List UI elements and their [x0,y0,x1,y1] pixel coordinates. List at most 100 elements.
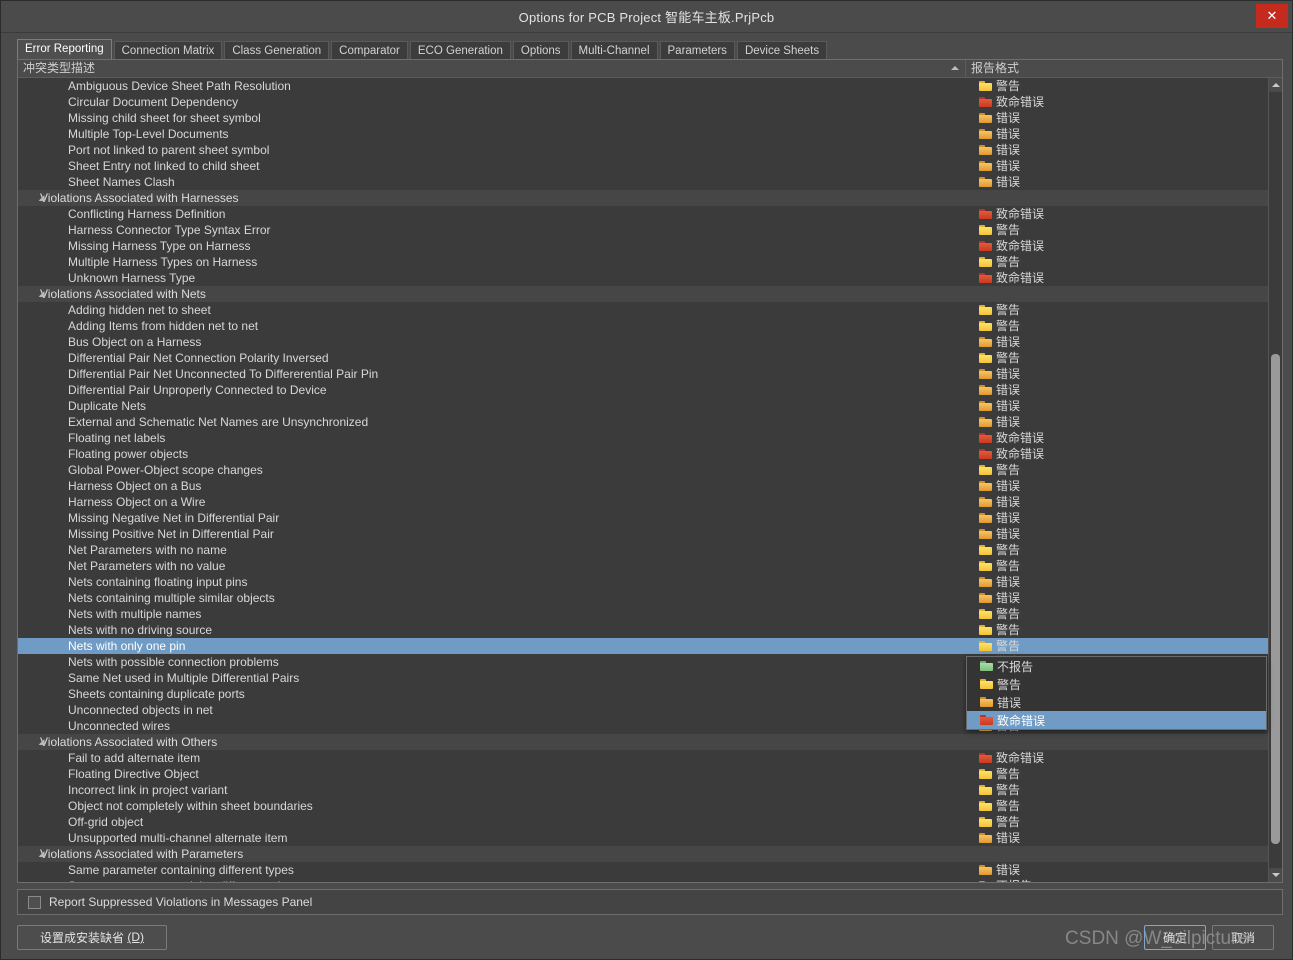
report-mode-cell[interactable]: 不报告 [966,878,1282,882]
table-row[interactable]: Unsupported multi-channel alternate item… [18,830,1282,846]
tab-error-reporting[interactable]: Error Reporting [17,39,112,59]
grid-body[interactable]: Ambiguous Device Sheet Path Resolution 警告… [18,78,1282,882]
report-mode-cell[interactable]: 致命错误 [966,446,1282,462]
table-row[interactable]: Object not completely within sheet bound… [18,798,1282,814]
violation-description[interactable]: Missing Harness Type on Harness [18,238,966,254]
table-row[interactable]: Missing child sheet for sheet symbol 错误 [18,110,1282,126]
table-row[interactable]: Harness Object on a Wire 错误 [18,494,1282,510]
table-row[interactable]: Unknown Harness Type 致命错误 [18,270,1282,286]
tab-eco-generation[interactable]: ECO Generation [409,41,511,59]
violation-description[interactable]: Nets containing floating input pins [18,574,966,590]
dropdown-option-warn[interactable]: 警告 [967,675,1266,693]
report-mode-cell[interactable]: 致命错误 [966,94,1282,110]
report-mode-cell[interactable]: 警告 [966,318,1282,334]
report-mode-cell[interactable] [966,190,1282,206]
table-row[interactable]: Nets with no driving source 警告 [18,622,1282,638]
table-row[interactable]: Ambiguous Device Sheet Path Resolution 警告 [18,78,1282,94]
table-row[interactable]: Sheet Entry not linked to child sheet 错误 [18,158,1282,174]
table-row[interactable]: Floating power objects 致命错误 [18,446,1282,462]
tab-connection-matrix[interactable]: Connection Matrix [113,41,223,59]
report-mode-cell[interactable]: 警告 [966,638,1282,654]
report-mode-cell[interactable]: 警告 [966,606,1282,622]
violation-description[interactable]: Multiple Top-Level Documents [18,126,966,142]
violation-description[interactable]: Bus Object on a Harness [18,334,966,350]
violation-description[interactable]: Differential Pair Net Unconnected To Dif… [18,366,966,382]
table-row[interactable]: Multiple Harness Types on Harness 警告 [18,254,1282,270]
violation-description[interactable]: Nets with multiple names [18,606,966,622]
report-mode-cell[interactable]: 致命错误 [966,238,1282,254]
tab-options[interactable]: Options [512,41,569,59]
table-row[interactable]: Net Parameters with no name 警告 [18,542,1282,558]
report-mode-cell[interactable]: 错误 [966,862,1282,878]
report-mode-cell[interactable] [966,286,1282,302]
violation-description[interactable]: Violations Associated with Parameters [18,846,966,862]
scroll-down-button[interactable] [1269,868,1282,882]
table-row[interactable]: Nets containing floating input pins 错误 [18,574,1282,590]
violation-description[interactable]: Same parameter containing different type… [18,862,966,878]
table-row[interactable]: Missing Positive Net in Differential Pai… [18,526,1282,542]
table-row[interactable]: Violations Associated with Nets [18,286,1282,302]
table-row[interactable]: Harness Object on a Bus 错误 [18,478,1282,494]
report-suppressed-violations-checkbox[interactable] [28,895,41,909]
violation-description[interactable]: Unknown Harness Type [18,270,966,286]
table-row[interactable]: Violations Associated with Others [18,734,1282,750]
table-row[interactable]: Multiple Top-Level Documents 错误 [18,126,1282,142]
report-mode-cell[interactable]: 警告 [966,782,1282,798]
report-mode-cell[interactable]: 警告 [966,766,1282,782]
report-mode-cell[interactable] [966,846,1282,862]
table-row[interactable]: Differential Pair Net Connection Polarit… [18,350,1282,366]
table-row[interactable]: Bus Object on a Harness 错误 [18,334,1282,350]
table-row[interactable]: Circular Document Dependency 致命错误 [18,94,1282,110]
table-row[interactable]: Nets with only one pin 警告 [18,638,1282,654]
report-mode-cell[interactable]: 警告 [966,542,1282,558]
violation-description[interactable]: Violations Associated with Harnesses [18,190,966,206]
table-row[interactable]: Nets with multiple names 警告 [18,606,1282,622]
report-mode-dropdown[interactable]: 不报告 警告 错误 致命错误 [966,656,1267,730]
report-mode-cell[interactable]: 警告 [966,798,1282,814]
violation-description[interactable]: External and Schematic Net Names are Uns… [18,414,966,430]
violation-description[interactable]: Same Net used in Multiple Differential P… [18,670,966,686]
violation-description[interactable]: Nets with only one pin [18,638,966,654]
table-row[interactable]: External and Schematic Net Names are Uns… [18,414,1282,430]
violation-description[interactable]: Adding Items from hidden net to net [18,318,966,334]
table-row[interactable]: Floating net labels 致命错误 [18,430,1282,446]
report-mode-cell[interactable] [966,734,1282,750]
violation-description[interactable]: Unsupported multi-channel alternate item [18,830,966,846]
tab-class-generation[interactable]: Class Generation [224,41,330,59]
violation-description[interactable]: Adding hidden net to sheet [18,302,966,318]
violation-description[interactable]: Missing child sheet for sheet symbol [18,110,966,126]
violation-description[interactable]: Ambiguous Device Sheet Path Resolution [18,78,966,94]
table-row[interactable]: Differential Pair Unproperly Connected t… [18,382,1282,398]
violation-description[interactable]: Floating power objects [18,446,966,462]
report-mode-cell[interactable]: 错误 [966,382,1282,398]
table-row[interactable]: Port not linked to parent sheet symbol 错误 [18,142,1282,158]
report-mode-cell[interactable]: 错误 [966,574,1282,590]
report-mode-cell[interactable]: 错误 [966,590,1282,606]
set-to-installation-defaults-button[interactable]: 设置成安装缺省 (D) [17,924,167,950]
report-mode-cell[interactable]: 错误 [966,398,1282,414]
vertical-scrollbar[interactable] [1268,78,1282,882]
report-mode-cell[interactable]: 错误 [966,158,1282,174]
violation-description[interactable]: Object not completely within sheet bound… [18,798,966,814]
close-icon[interactable]: ✕ [1256,4,1288,28]
violation-description[interactable]: Unconnected wires [18,718,966,734]
violation-description[interactable]: Harness Connector Type Syntax Error [18,222,966,238]
report-mode-cell[interactable]: 错误 [966,526,1282,542]
report-mode-cell[interactable]: 错误 [966,174,1282,190]
report-mode-cell[interactable]: 警告 [966,302,1282,318]
report-mode-cell[interactable]: 致命错误 [966,430,1282,446]
table-row[interactable]: Same parameter containing different valu… [18,878,1282,882]
violation-description[interactable]: Conflicting Harness Definition [18,206,966,222]
violation-description[interactable]: Off-grid object [18,814,966,830]
report-mode-cell[interactable]: 错误 [966,366,1282,382]
table-row[interactable]: Incorrect link in project variant 警告 [18,782,1282,798]
violation-description[interactable]: Multiple Harness Types on Harness [18,254,966,270]
column-header-format[interactable]: 报告格式 [966,60,1282,77]
report-mode-cell[interactable]: 错误 [966,494,1282,510]
report-mode-cell[interactable]: 警告 [966,78,1282,94]
report-mode-cell[interactable]: 错误 [966,478,1282,494]
report-mode-cell[interactable]: 错误 [966,830,1282,846]
table-row[interactable]: Sheet Names Clash 错误 [18,174,1282,190]
table-row[interactable]: Off-grid object 警告 [18,814,1282,830]
violation-description[interactable]: Net Parameters with no value [18,558,966,574]
